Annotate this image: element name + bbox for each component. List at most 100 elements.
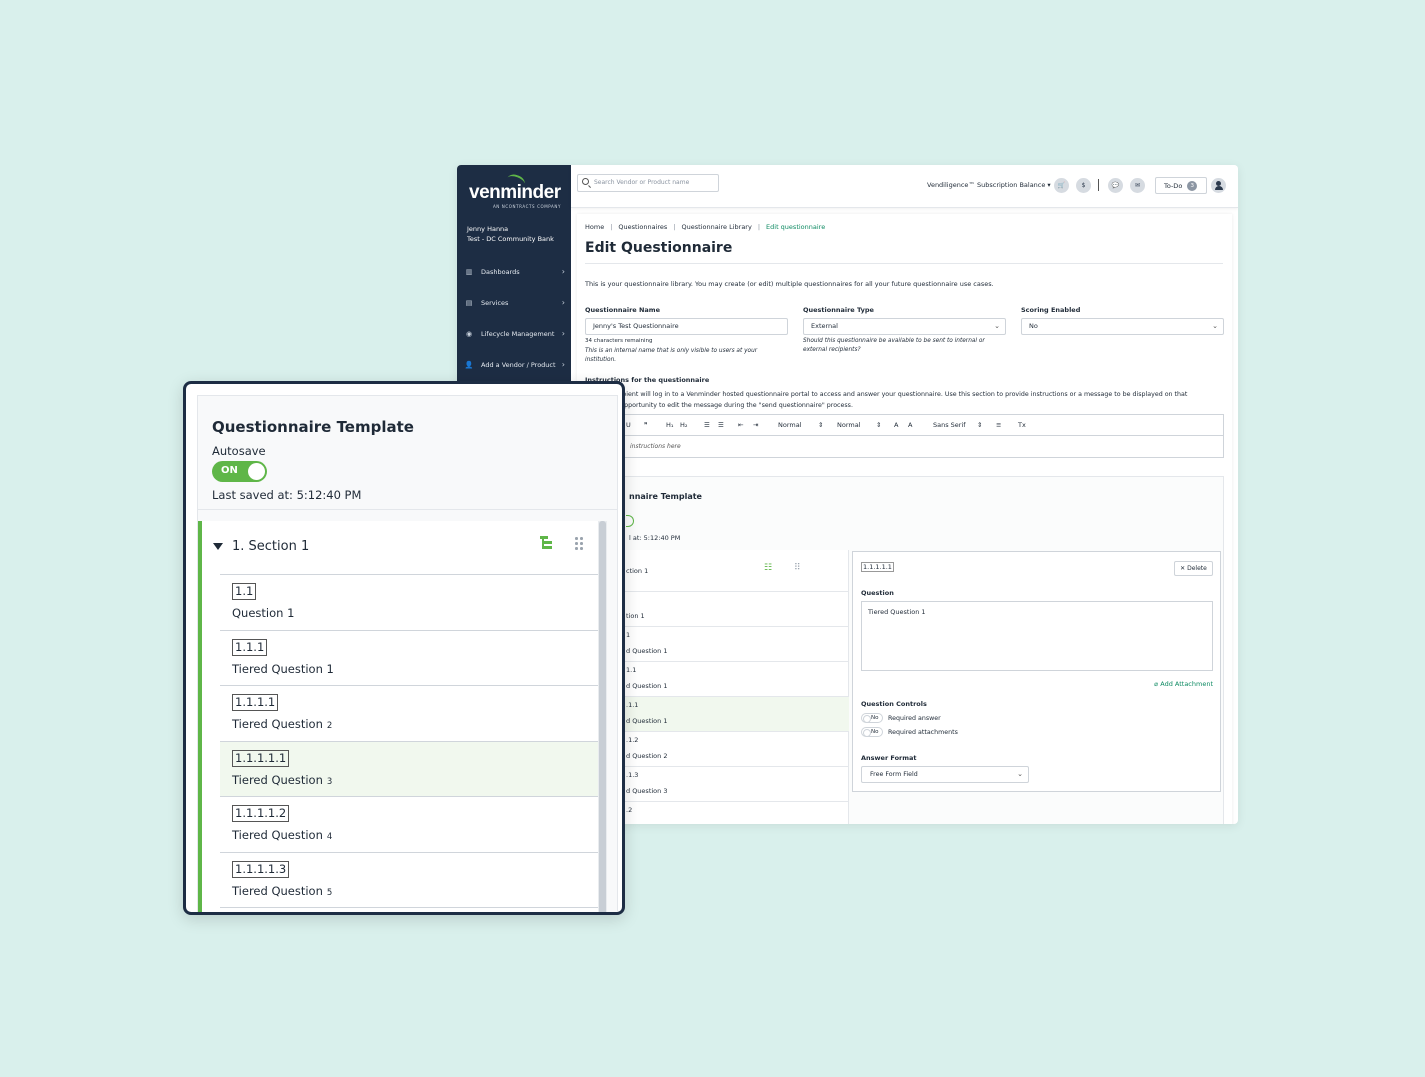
questionnaire-type-select[interactable]: External ⌄	[803, 318, 1006, 335]
drag-handle-icon[interactable]: ⠿	[794, 563, 801, 573]
list-item[interactable]: 1.1.1.1.3 Tiered Question 5	[220, 851, 598, 908]
sort-icon[interactable]: ⇕	[818, 421, 823, 429]
chevron-right-icon: ›	[561, 329, 565, 338]
scrollbar[interactable]	[598, 521, 607, 912]
avatar[interactable]	[1211, 178, 1226, 193]
answer-format-select[interactable]: Free Form Field ⌄	[861, 766, 1029, 783]
question-text: Tiered Question	[232, 883, 323, 898]
template-saved-text: l at: 5:12:40 PM	[629, 534, 681, 542]
list-item[interactable]: 1.1.1.1.2 Tiered Question 4	[220, 796, 598, 852]
tree-section-row[interactable]: ction 1 ☷ ⠿	[594, 550, 849, 592]
editor-toolbar: U ❞ H₁ H₂ ☰ ☰ ⇤ ⇥ Normal ⇕ Normal ⇕ A A …	[586, 415, 1223, 436]
document-icon: ▤	[465, 298, 473, 307]
font-select[interactable]: Sans Serif	[933, 421, 966, 429]
chat-icon[interactable]: 💬	[1108, 178, 1123, 193]
breadcrumb-questionnaires[interactable]: Questionnaires	[618, 223, 667, 231]
tree-label: d Question 1	[626, 682, 668, 690]
questionnaire-template-card: Questionnaire Template Autosave ON Last …	[183, 381, 625, 915]
tree-num: .2	[626, 806, 633, 814]
section-header[interactable]: 1. Section 1	[202, 521, 598, 574]
tree-row-selected[interactable]: .1.1 d Question 1	[594, 697, 849, 732]
required-attachments-label: Required attachments	[888, 729, 958, 736]
size-select-1[interactable]: Normal	[778, 421, 802, 429]
divider	[585, 263, 1223, 264]
tree-row[interactable]: .1.2 d Question 2	[594, 732, 849, 767]
main-content: Home | Questionnaires | Questionnaire Libr…	[577, 214, 1232, 824]
instructions-line: onnaire recipient will log in to a Venmi…	[585, 391, 1188, 398]
sidebar-item-services[interactable]: ▤ Services ›	[457, 287, 571, 318]
todo-button[interactable]: To-Do 3	[1155, 177, 1207, 194]
add-attachment-link[interactable]: ⌀ Add Attachment	[1154, 680, 1213, 688]
subscription-balance-dropdown[interactable]: Vendiligence™ Subscription Balance ▾	[927, 181, 1051, 189]
sidebar-item-label: Lifecycle Management	[481, 329, 555, 338]
venminder-logo[interactable]: venminder AN NCONTRACTS COMPANY	[469, 172, 561, 209]
sidebar-item-lifecycle[interactable]: ◉ Lifecycle Management ›	[457, 318, 571, 349]
heading-2-button[interactable]: H₂	[680, 421, 688, 429]
breadcrumb-home[interactable]: Home	[585, 223, 604, 231]
list-item[interactable]: 1.1.1 Tiered Question 1	[220, 629, 598, 686]
autosave-toggle[interactable]: ON	[212, 461, 267, 482]
cart-icon[interactable]: 🛒	[1054, 178, 1069, 193]
question-number: 1.1.1.1.1	[232, 749, 290, 767]
caret-down-icon[interactable]	[213, 543, 223, 550]
tree-row[interactable]: tion 1	[594, 592, 849, 627]
sort-icon[interactable]: ⇕	[977, 421, 982, 429]
question-textarea[interactable]: Tiered Question 1	[861, 601, 1213, 671]
breadcrumb-library[interactable]: Questionnaire Library	[682, 223, 752, 231]
breadcrumb: Home | Questionnaires | Questionnaire Libr…	[585, 223, 825, 231]
ordered-list-icon[interactable]: ☰	[704, 421, 710, 429]
highlight-color-icon[interactable]: A	[908, 421, 912, 429]
scoring-enabled-select[interactable]: No ⌄	[1021, 318, 1224, 335]
tree-label: d Question 1	[626, 717, 668, 725]
align-icon[interactable]: ≡	[996, 421, 1001, 429]
question-text-wrap: Tiered Question 4	[232, 828, 332, 842]
list-item-selected[interactable]: 1.1.1.1.1 Tiered Question 3	[220, 740, 598, 796]
sort-icon[interactable]: ⇕	[876, 421, 881, 429]
indent-decrease-icon[interactable]: ⇤	[738, 421, 743, 429]
blockquote-icon[interactable]: ❞	[644, 421, 648, 429]
clear-format-icon[interactable]: Tx	[1018, 421, 1026, 429]
add-attachment-label: Add Attachment	[1160, 680, 1213, 688]
tree-row[interactable]: 1.1 d Question 1	[594, 662, 849, 697]
topbar-divider	[1098, 179, 1099, 191]
list-item[interactable]: 1.1.1.1 Tiered Question 2	[220, 685, 598, 741]
rich-text-editor[interactable]: U ❞ H₁ H₂ ☰ ☰ ⇤ ⇥ Normal ⇕ Normal ⇕ A A …	[585, 414, 1224, 458]
list-item[interactable]: 1.1 Question 1	[220, 574, 598, 630]
question-number: 1.1.1	[232, 638, 268, 656]
sidebar-item-label: Add a Vendor / Product	[481, 360, 556, 369]
search-icon	[582, 178, 589, 185]
questionnaire-name-input[interactable]: Jenny's Test Questionnaire	[585, 318, 788, 335]
tree-label: ction 1	[626, 567, 649, 575]
delete-button[interactable]: ✕ Delete	[1174, 561, 1213, 576]
dollar-icon[interactable]: $	[1076, 178, 1091, 193]
tree-structure-icon[interactable]	[540, 536, 552, 550]
heading-1-button[interactable]: H₁	[666, 421, 674, 429]
text-color-icon[interactable]: A	[894, 421, 898, 429]
chevron-down-icon: ⌄	[1212, 322, 1218, 330]
required-attachments-toggle[interactable]: No	[861, 727, 883, 737]
indent-increase-icon[interactable]: ⇥	[753, 421, 758, 429]
scrollbar-thumb[interactable]	[599, 521, 606, 912]
tree-row[interactable]: 1 d Question 1	[594, 627, 849, 662]
autosave-state: ON	[221, 465, 238, 476]
bullet-list-icon[interactable]: ☰	[718, 421, 724, 429]
tree-label: d Question 2	[626, 752, 668, 760]
sidebar-item-dashboards[interactable]: ▥ Dashboards ›	[457, 256, 571, 287]
search-input[interactable]: Search Vendor or Product name	[577, 174, 719, 192]
tree-row[interactable]: .2	[594, 802, 849, 824]
mail-icon[interactable]: ✉	[1130, 178, 1145, 193]
sidebar-item-add-vendor[interactable]: 👤 Add a Vendor / Product ›	[457, 349, 571, 380]
question-text-wrap: Tiered Question 5	[232, 884, 332, 898]
size-select-2[interactable]: Normal	[837, 421, 861, 429]
question-index: 4	[326, 832, 333, 842]
list-item[interactable]	[220, 907, 598, 912]
question-number: 1.1	[232, 583, 257, 600]
sidebar-nav: ▥ Dashboards › ▤ Services › ◉ Lifecycle …	[457, 256, 571, 380]
chevron-right-icon: ›	[561, 298, 565, 307]
underline-icon[interactable]: U	[626, 421, 631, 429]
tree-structure-icon[interactable]: ☷	[764, 563, 772, 573]
required-answer-toggle[interactable]: No	[861, 713, 883, 723]
tree-row[interactable]: .1.3 d Question 3	[594, 767, 849, 802]
drag-handle-icon[interactable]	[575, 537, 583, 551]
last-saved-text: Last saved at: 5:12:40 PM	[212, 488, 362, 502]
